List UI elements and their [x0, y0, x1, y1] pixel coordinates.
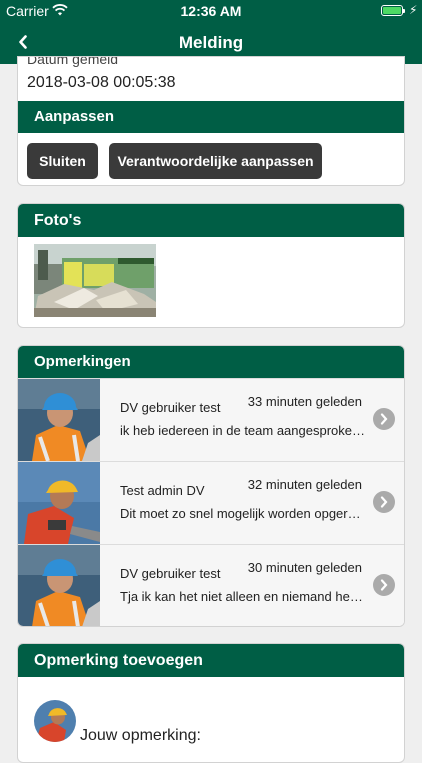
worker-photo	[18, 545, 100, 626]
chevron-right-icon[interactable]	[373, 491, 395, 513]
charging-icon: ⚡︎	[409, 3, 418, 17]
close-button[interactable]: Sluiten	[27, 143, 98, 179]
photo-thumbnail[interactable]	[34, 244, 156, 317]
status-time: 12:36 AM	[180, 3, 242, 19]
comment-row[interactable]: DV gebruiker test 30 minuten geleden Tja…	[18, 544, 404, 626]
comment-text: Tja ik kan het niet alleen en niemand he…	[120, 589, 365, 604]
battery-icon	[381, 5, 405, 16]
construction-photo	[34, 244, 156, 317]
chevron-right-icon[interactable]	[373, 408, 395, 430]
comment-text: Dit moet zo snel mogelijk worden opgerui…	[120, 506, 365, 521]
comment-author: Test admin DV	[120, 483, 205, 498]
add-comment-card: Opmerking toevoegen Jouw opmerking:	[17, 643, 405, 763]
comment-time: 32 minuten geleden	[247, 477, 362, 492]
comment-row[interactable]: Test admin DV 32 minuten geleden Dit moe…	[18, 461, 404, 544]
comment-author: DV gebruiker test	[120, 566, 221, 581]
worker-photo	[18, 462, 100, 544]
comment-time: 33 minuten geleden	[247, 394, 362, 409]
section-header-aanpassen: Aanpassen	[18, 101, 404, 133]
comment-time: 30 minuten geleden	[247, 560, 362, 575]
section-header-comments: Opmerkingen	[18, 346, 404, 378]
change-responsible-button[interactable]: Verantwoordelijke aanpassen	[109, 143, 322, 179]
comment-author: DV gebruiker test	[120, 400, 221, 415]
worker-photo	[18, 379, 100, 461]
photos-card: Foto's	[17, 203, 405, 328]
page-title: Melding	[178, 33, 244, 52]
comments-card: Opmerkingen DV gebruiker test 33 minuten…	[17, 345, 405, 627]
chevron-right-icon[interactable]	[373, 574, 395, 596]
comment-text: ik heb iedereen in de team aangesproken …	[120, 423, 365, 438]
date-label: Datum gemeld	[27, 56, 119, 67]
detail-card: Datum gemeld 2018-03-08 00:05:38 Aanpass…	[17, 56, 405, 186]
status-bar: Carrier 12:36 AM ⚡︎	[0, 0, 422, 22]
avatar	[34, 700, 76, 742]
section-header-photos: Foto's	[18, 204, 404, 237]
section-header-add-comment: Opmerking toevoegen	[18, 644, 404, 677]
report-date: 2018-03-08 00:05:38	[27, 74, 176, 91]
comment-row[interactable]: DV gebruiker test 33 minuten geleden ik …	[18, 378, 404, 461]
your-comment-label: Jouw opmerking:	[80, 727, 201, 744]
